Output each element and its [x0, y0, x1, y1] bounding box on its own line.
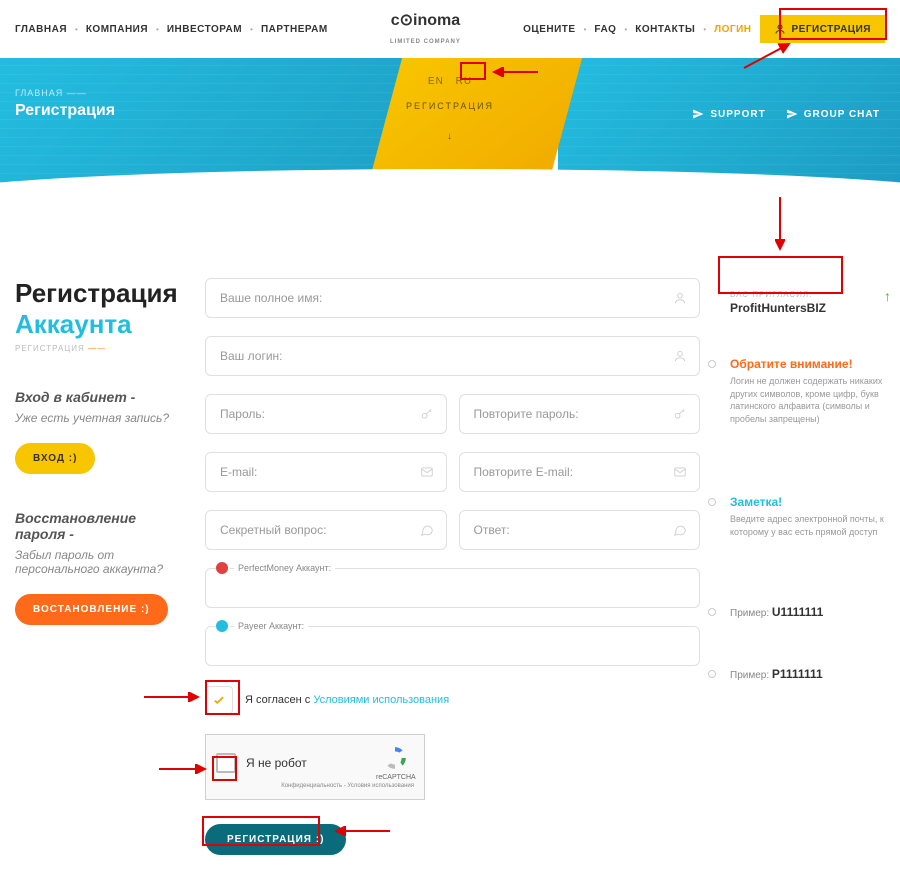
fullname-field[interactable]: [205, 278, 700, 318]
recaptcha-checkbox[interactable]: [216, 753, 236, 773]
recaptcha[interactable]: Я не робот reCAPTCHA Конфиденциальность …: [205, 734, 425, 800]
perfectmoney-input[interactable]: [220, 581, 659, 595]
perfectmoney-field[interactable]: PerfectMoney Аккаунт:: [205, 568, 700, 608]
email-input[interactable]: [220, 465, 406, 479]
mail-icon: [420, 465, 434, 479]
example-payeer: Пример: P1111111: [720, 657, 885, 691]
login-field[interactable]: [205, 336, 700, 376]
password-input[interactable]: [220, 407, 406, 421]
page-heading-2: Аккаунта: [15, 309, 185, 340]
main-content: Регистрация Аккаунта РЕГИСТРАЦИЯ Вход в …: [0, 218, 900, 885]
perfectmoney-label: PerfectMoney Аккаунт:: [234, 563, 335, 573]
nav-login[interactable]: ЛОГИН: [714, 24, 751, 35]
login-button[interactable]: ВХОД :): [15, 443, 95, 474]
answer-field[interactable]: [459, 510, 701, 550]
terms-text: Я согласен с Условиями использования: [245, 694, 449, 706]
mail-icon: [673, 465, 687, 479]
chat-icon: [420, 523, 434, 537]
recaptcha-label: Я не робот: [246, 756, 307, 770]
hero-title: Регистрация: [15, 102, 115, 120]
payeer-field[interactable]: Payeer Аккаунт:: [205, 626, 700, 666]
nav-home[interactable]: ГЛАВНАЯ: [15, 24, 67, 35]
login-section-text: Уже есть учетная запись?: [15, 411, 185, 425]
note-text: Логин не должен содержать никаких других…: [730, 375, 885, 425]
nav-investors[interactable]: ИНВЕСТОРАМ: [167, 24, 242, 35]
paper-plane-icon: [786, 108, 798, 120]
email-field[interactable]: [205, 452, 447, 492]
key-icon: [420, 407, 434, 421]
note-email: Заметка! Введите адрес электронной почты…: [720, 485, 885, 548]
email-repeat-input[interactable]: [474, 465, 660, 479]
question-input[interactable]: [220, 523, 406, 537]
payeer-label: Payeer Аккаунт:: [234, 621, 308, 631]
page-subtitle: РЕГИСТРАЦИЯ: [15, 344, 185, 353]
logo[interactable]: c⊙inoma LIMITED COMPANY: [390, 10, 461, 48]
right-sidebar: ↑ ВАС ПРИГЛАСИЛ: ProfitHuntersBIZ Обрати…: [720, 278, 885, 855]
group-chat-link[interactable]: GROUP CHAT: [786, 108, 880, 120]
email-repeat-field[interactable]: [459, 452, 701, 492]
user-icon: [673, 291, 687, 305]
check-icon: [212, 693, 226, 707]
note-text: Введите адрес электронной почты, к котор…: [730, 513, 885, 538]
lang-ru[interactable]: RU: [452, 74, 476, 89]
nav-contacts[interactable]: КОНТАКТЫ: [635, 24, 695, 35]
restore-button[interactable]: ВОСТАНОВЛЕНИЕ :): [15, 594, 168, 625]
submit-button[interactable]: РЕГИСТРАЦИЯ :): [205, 824, 346, 855]
paper-plane-icon: [692, 108, 704, 120]
support-link[interactable]: SUPPORT: [692, 108, 765, 120]
scroll-down-icon[interactable]: ↓: [406, 131, 494, 142]
nav-rate[interactable]: ОЦЕНИТЕ: [523, 24, 575, 35]
login-input[interactable]: [220, 349, 659, 363]
header: ГЛАВНАЯ • КОМПАНИЯ • ИНВЕСТОРАМ • ПАРТНЕ…: [0, 0, 900, 58]
payeer-icon: [216, 620, 230, 634]
lang-en[interactable]: EN: [424, 74, 448, 89]
nav-faq[interactable]: FAQ: [594, 24, 616, 35]
key-icon: [673, 407, 687, 421]
nav-right: ОЦЕНИТЕ • FAQ • КОНТАКТЫ • ЛОГИН РЕГИСТР…: [523, 15, 885, 43]
login-section-title: Вход в кабинет -: [15, 389, 185, 405]
note-login: Обратите внимание! Логин не должен содер…: [720, 347, 885, 435]
question-field[interactable]: [205, 510, 447, 550]
left-sidebar: Регистрация Аккаунта РЕГИСТРАЦИЯ Вход в …: [15, 278, 185, 855]
payeer-input[interactable]: [220, 639, 659, 653]
fullname-input[interactable]: [220, 291, 659, 305]
inviter-label: ВАС ПРИГЛАСИЛ:: [730, 290, 875, 299]
terms-checkbox[interactable]: [205, 686, 233, 714]
password-field[interactable]: [205, 394, 447, 434]
inviter-box: ВАС ПРИГЛАСИЛ: ProfitHuntersBIZ: [720, 278, 885, 327]
note-title: Обратите внимание!: [730, 357, 885, 371]
user-icon: [673, 349, 687, 363]
nav-register-button[interactable]: РЕГИСТРАЦИЯ: [760, 15, 885, 43]
perfectmoney-icon: [216, 562, 230, 576]
nav-company[interactable]: КОМПАНИЯ: [86, 24, 148, 35]
recaptcha-icon: [382, 745, 408, 771]
terms-link[interactable]: Условиями использования: [313, 694, 449, 706]
example-pm: Пример: U1111111: [720, 595, 885, 629]
inviter-name: ProfitHuntersBIZ: [730, 301, 875, 315]
note-title: Заметка!: [730, 495, 885, 509]
password-repeat-input[interactable]: [474, 407, 660, 421]
registration-form: PerfectMoney Аккаунт: Payeer Аккаунт: Я …: [205, 278, 700, 855]
nav-partners[interactable]: ПАРТНЕРАМ: [261, 24, 328, 35]
nav-left: ГЛАВНАЯ • КОМПАНИЯ • ИНВЕСТОРАМ • ПАРТНЕ…: [15, 24, 328, 35]
page-heading-1: Регистрация: [15, 278, 185, 309]
answer-input[interactable]: [474, 523, 660, 537]
hero-banner: ГЛАВНАЯ Регистрация EN RU РЕГИСТРАЦИЯ ↓ …: [0, 58, 900, 218]
scroll-top-icon[interactable]: ↑: [884, 288, 891, 304]
user-icon: [774, 23, 786, 35]
breadcrumb[interactable]: ГЛАВНАЯ: [15, 88, 115, 98]
chat-icon: [673, 523, 687, 537]
recaptcha-footer[interactable]: Конфиденциальность - Условия использован…: [216, 783, 414, 789]
hero-reg-label: РЕГИСТРАЦИЯ: [406, 101, 494, 111]
restore-section-title: Восстановление пароля -: [15, 510, 185, 542]
restore-section-text: Забыл пароль от персонального аккаунта?: [15, 548, 185, 576]
password-repeat-field[interactable]: [459, 394, 701, 434]
